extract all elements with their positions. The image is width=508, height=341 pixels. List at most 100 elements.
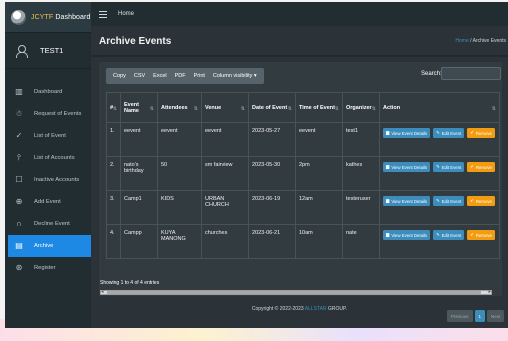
- excel-button[interactable]: Excel: [149, 73, 170, 79]
- divider: [91, 55, 508, 57]
- sidebar-item-archive[interactable]: ▤ Archive: [8, 235, 91, 257]
- cell-actions: ▆ View Event Details ✎ Edit Event ✔ Remove: [379, 122, 500, 157]
- sort-icon: ⇅: [240, 106, 245, 112]
- search-label: Search:: [421, 71, 442, 77]
- cell-actions: ▆ View Event Details ✎ Edit Event ✔ Remove: [379, 156, 500, 191]
- sidebar-item-label: Decline Event: [34, 221, 70, 227]
- cell-venue: churches: [201, 224, 249, 259]
- hamburger-menu-icon[interactable]: [99, 10, 107, 18]
- sort-icon: ⇅: [334, 106, 339, 112]
- column-header-date[interactable]: Date of Event ⇅: [248, 92, 296, 123]
- cell-number: 3.: [106, 190, 121, 225]
- sidebar-item-label: List of Accounts: [34, 155, 75, 161]
- table-row: 1. eevent eevent eevent 2023-05-27 eeven…: [106, 122, 500, 157]
- column-header-event-name[interactable]: Event Name ⇅: [120, 92, 158, 123]
- cell-actions: ▆ View Event Details ✎ Edit Event ✔ Remove: [379, 190, 500, 225]
- remove-button[interactable]: ✔ Remove: [467, 128, 495, 138]
- export-button-group: Copy CSV Excel PDF Print Column visibili…: [106, 68, 264, 84]
- folder-icon: ▆: [386, 198, 390, 203]
- sort-icon: ⇅: [371, 106, 376, 112]
- view-event-details-button[interactable]: ▆ View Event Details: [383, 162, 431, 172]
- column-header-organizer[interactable]: Organizer ⇅: [342, 92, 380, 123]
- sort-icon: ⇅: [287, 106, 292, 112]
- sidebar-item-label: Dashboard: [34, 89, 63, 95]
- sort-icon: ⇅: [193, 106, 198, 112]
- view-event-details-button[interactable]: ▆ View Event Details: [383, 196, 431, 206]
- cell-attendees: KUYA MANONG: [157, 224, 202, 259]
- table-row: 2. nato's birthday 50 sm fairview 2023-0…: [106, 156, 500, 191]
- cell-organizer: kathes: [342, 156, 380, 191]
- column-header-number[interactable]: # ⇅: [106, 92, 121, 123]
- footer-brand-link[interactable]: ALLSTAR: [305, 306, 327, 312]
- table-header-row: # ⇅ Event Name ⇅ Attendees ⇅ Venue ⇅ Date of…: [106, 92, 500, 123]
- cell-attendees: KIDS: [157, 190, 202, 225]
- print-button[interactable]: Print: [190, 73, 209, 79]
- sidebar-item-label: Add Event: [34, 199, 61, 205]
- comments-icon: ☐: [15, 175, 23, 184]
- cell-venue: eevent: [201, 122, 249, 157]
- cell-organizer: testeruser: [342, 190, 380, 225]
- cell-attendees: eevent: [157, 122, 202, 157]
- column-header-time[interactable]: Time of Event ⇅: [295, 92, 343, 123]
- search-input[interactable]: [441, 67, 501, 80]
- cell-time: 12am: [295, 190, 343, 225]
- column-header-action[interactable]: Action ⇅: [379, 92, 500, 123]
- cell-event-name: eevent: [120, 122, 158, 157]
- sidebar-item-list-of-accounts[interactable]: ⫯ List of Accounts: [5, 147, 91, 169]
- view-event-details-button[interactable]: ▆ View Event Details: [383, 230, 431, 240]
- csv-button[interactable]: CSV: [130, 73, 149, 79]
- home-link[interactable]: Home: [118, 11, 134, 17]
- edit-event-button[interactable]: ✎ Edit Event: [433, 128, 465, 138]
- scrollbar-thumb[interactable]: [107, 291, 481, 294]
- edit-event-button[interactable]: ✎ Edit Event: [433, 196, 465, 206]
- edit-event-button[interactable]: ✎ Edit Event: [433, 162, 465, 172]
- scroll-left-icon[interactable]: ◂: [101, 289, 104, 295]
- cell-attendees: 50: [157, 156, 202, 191]
- top-navbar: Home: [91, 2, 508, 26]
- sidebar-item-label: Archive: [34, 243, 54, 249]
- scroll-right-icon[interactable]: ▸: [488, 289, 491, 295]
- brand[interactable]: JCYTF Dashboard: [5, 2, 91, 33]
- cell-date: 2023-05-30: [248, 156, 296, 191]
- cell-number: 4.: [106, 224, 121, 259]
- cell-time: 10am: [295, 224, 343, 259]
- view-event-details-button[interactable]: ▆ View Event Details: [383, 128, 431, 138]
- sort-icon: ⇅: [149, 106, 154, 112]
- edit-event-button[interactable]: ✎ Edit Event: [433, 230, 465, 240]
- footer-suffix: GROUP.: [326, 306, 348, 312]
- sidebar-item-dashboard[interactable]: ▥ Dashboard: [5, 81, 91, 103]
- sidebar-item-register[interactable]: ⊛ Register: [5, 257, 91, 279]
- sidebar-item-add-event[interactable]: ⊕ Add Event: [5, 191, 91, 213]
- sidebar-item-request-of-events[interactable]: ☃ Request of Events: [5, 103, 91, 125]
- column-visibility-button[interactable]: Column visibility ▾: [209, 73, 261, 79]
- globe-icon: ⊛: [15, 263, 23, 272]
- sidebar-item-list-of-event[interactable]: ✓ List of Event: [5, 125, 91, 147]
- app-frame: JCYTF Dashboard TEST1 ▥ Dashboard ☃ Requ…: [0, 0, 508, 341]
- sidebar-item-label: Inactive Accounts: [34, 177, 80, 183]
- column-header-venue[interactable]: Venue ⇅: [201, 92, 249, 123]
- archive-events-table: # ⇅ Event Name ⇅ Attendees ⇅ Venue ⇅ Date of…: [106, 92, 500, 259]
- cell-event-name: Campp: [120, 224, 158, 259]
- cell-time: eevent: [295, 122, 343, 157]
- horizontal-scrollbar[interactable]: ◂ ▸: [100, 289, 492, 295]
- folder-icon: ▆: [386, 232, 390, 237]
- breadcrumb-home-link[interactable]: Home: [455, 38, 468, 44]
- copy-button[interactable]: Copy: [109, 73, 130, 79]
- check-icon: ✔: [470, 164, 474, 169]
- column-header-attendees[interactable]: Attendees ⇅: [157, 92, 202, 123]
- remove-button[interactable]: ✔ Remove: [467, 196, 495, 206]
- person-icon: ⫯: [17, 153, 21, 162]
- sidebar-item-inactive-accounts[interactable]: ☐ Inactive Accounts: [5, 169, 91, 191]
- page-title: Archive Events: [99, 36, 172, 47]
- pencil-icon: ✎: [436, 164, 440, 169]
- check-icon: ✔: [470, 130, 474, 135]
- table-row: 3. Camp1 KIDS URBAN CHURCH 2023-06-19 12…: [106, 190, 500, 225]
- pdf-button[interactable]: PDF: [171, 73, 190, 79]
- sidebar-item-decline-event[interactable]: ∩ Decline Event: [5, 213, 91, 235]
- table-info: Showing 1 to 4 of 4 entries: [100, 280, 160, 286]
- sidebar-item-label: List of Event: [34, 133, 66, 139]
- cell-date: 2023-06-19: [248, 190, 296, 225]
- remove-button[interactable]: ✔ Remove: [467, 230, 495, 240]
- pencil-icon: ✎: [436, 198, 440, 203]
- remove-button[interactable]: ✔ Remove: [467, 162, 495, 172]
